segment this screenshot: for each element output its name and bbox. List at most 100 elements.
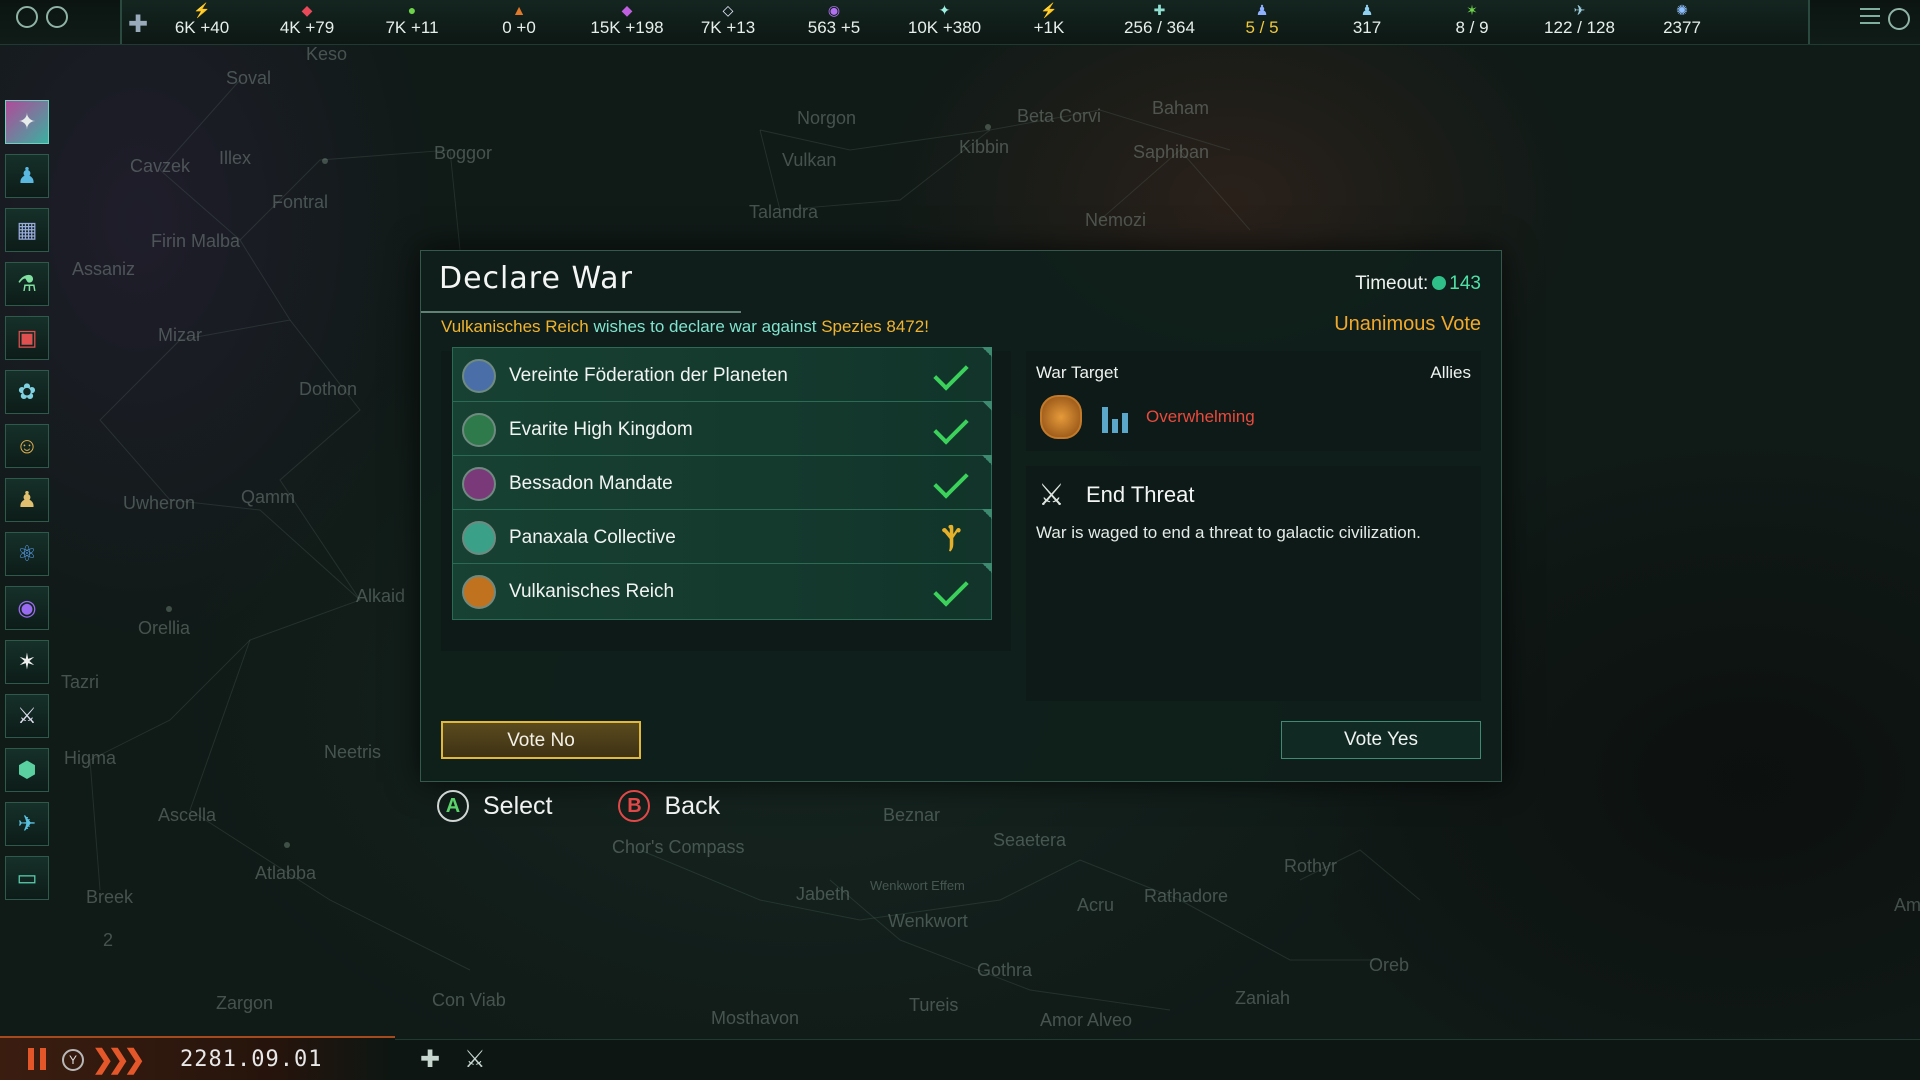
back-hint-label: Back <box>664 791 721 820</box>
leaders-button[interactable]: ♟ <box>5 478 49 522</box>
outliner-swords-icon[interactable]: ⚔ <box>464 1045 486 1074</box>
vote-yes-check-icon <box>933 463 969 499</box>
bottom-icons: ✚ ⚔ <box>420 1045 486 1074</box>
messages-button[interactable]: ▭ <box>5 856 49 900</box>
map-label: Jabeth <box>796 884 851 904</box>
dialog-title: Declare War <box>439 261 633 296</box>
dpad-icon: ✚ <box>128 11 149 38</box>
map-label: Ascella <box>158 805 217 825</box>
voter-row[interactable]: Evarite High Kingdom <box>452 401 992 458</box>
declare-war-dialog: Declare War Timeout: 143 Vulkanisches Rei… <box>420 250 1502 782</box>
voter-row[interactable]: Bessadon Mandate <box>452 455 992 512</box>
title-tab: Declare War <box>421 251 741 313</box>
resource-research[interactable]: ✦ 10K +380 <box>897 2 992 42</box>
controller-hints: A Select B Back <box>437 790 720 822</box>
vote-no-button[interactable]: Vote No <box>441 721 641 759</box>
galactic-community-button[interactable]: ◉ <box>5 586 49 630</box>
map-label: Qamm <box>241 487 295 507</box>
map-label: Baham <box>1152 98 1210 118</box>
pause-icon[interactable] <box>28 1048 34 1070</box>
resource-consumer-goods[interactable]: ▲ 0 +0 <box>484 2 554 42</box>
menu-icon[interactable] <box>1860 8 1880 24</box>
fleet-manager-button[interactable]: ✈ <box>5 802 49 846</box>
planets-icon: ▦ <box>16 217 38 242</box>
federation-button[interactable]: ⚛ <box>5 532 49 576</box>
voter-row[interactable]: Vereinte Föderation der Planeten <box>452 347 992 404</box>
contacts-icon[interactable] <box>46 6 68 28</box>
select-hint[interactable]: A Select <box>437 790 552 822</box>
options-icon[interactable] <box>1888 8 1910 30</box>
empire-flag-button[interactable]: ✦ <box>5 100 49 144</box>
resource-sprawl[interactable]: ⚡ +1K <box>1014 2 1084 42</box>
map-label: Vulkan <box>782 150 837 170</box>
resource-minerals[interactable]: ◆ 4K +79 <box>267 2 347 42</box>
map-label: Beta Corvi <box>1017 106 1102 126</box>
map-label: Soval <box>226 68 272 88</box>
planets-button[interactable]: ▦ <box>5 208 49 252</box>
wars-button[interactable]: ⚔ <box>5 694 49 738</box>
map-label: Beznar <box>883 805 941 825</box>
fleet-power-icon: ✺ <box>1676 2 1688 18</box>
resource-systems[interactable]: ✶ 8 / 9 <box>1437 2 1507 42</box>
resource-food[interactable]: ● 7K +11 <box>372 2 452 42</box>
star-dot <box>284 842 290 848</box>
resource-fleet-power[interactable]: ✺ 2377 <box>1647 2 1717 42</box>
map-label: Wenkwort Effem <box>870 878 965 893</box>
research-icon: ✦ <box>938 2 951 18</box>
systems-icon: ✶ <box>1466 2 1478 18</box>
back-hint[interactable]: B Back <box>618 790 720 822</box>
galaxy-icon: ◉ <box>17 595 37 620</box>
voter-row[interactable]: Panaxala Collective Ⲯ <box>452 509 992 566</box>
map-label: Zaniah <box>1235 988 1291 1008</box>
resource-empire-size[interactable]: ✚ 256 / 364 <box>1112 2 1207 42</box>
map-label: Kibbin <box>959 137 1010 157</box>
crossed-swords-icon: ⚔ <box>1038 479 1065 512</box>
map-label: Acru <box>1077 895 1115 915</box>
ship-designer-button[interactable]: ▣ <box>5 316 49 360</box>
traditions-icon: ✿ <box>17 379 37 404</box>
resolution-description: Vulkanisches Reich wishes to declare war… <box>441 317 929 337</box>
target-emblem-icon[interactable] <box>1040 395 1082 439</box>
resource-naval-capacity[interactable]: ✈ 122 / 128 <box>1532 2 1627 42</box>
map-label: Amor Alveo <box>1040 1010 1133 1030</box>
research-button[interactable]: ⚗ <box>5 262 49 306</box>
research-flasks-icon: ⚗ <box>17 271 37 296</box>
government-button[interactable]: ♟ <box>5 154 49 198</box>
game-speed-icon[interactable]: ❯❯❯ <box>92 1044 145 1075</box>
voter-row[interactable]: Vulkanisches Reich <box>452 563 992 620</box>
subtitle-text: wishes to declare war against <box>588 317 822 336</box>
dpad-icon: ✚ <box>420 1046 441 1073</box>
resource-population[interactable]: ♟ 317 <box>1332 2 1402 42</box>
consumer-goods-icon: ▲ <box>512 2 526 18</box>
map-label: Illex <box>219 148 252 168</box>
select-hint-label: Select <box>483 791 553 820</box>
map-label: Am <box>1894 895 1920 915</box>
map-label: Higma <box>64 748 117 768</box>
traditions-button[interactable]: ✿ <box>5 370 49 414</box>
vote-yes-button[interactable]: Vote Yes <box>1281 721 1481 759</box>
resource-energy[interactable]: ⚡ 6K +40 <box>162 2 242 42</box>
war-target-panel: War Target Allies Overwhelming <box>1026 351 1481 451</box>
chat-icon: ▭ <box>16 865 38 890</box>
resource-alloys[interactable]: ◆ 15K +198 <box>582 2 672 42</box>
situation-log-icon[interactable] <box>16 6 38 28</box>
empire-emblem-icon <box>462 521 496 555</box>
map-label: Orellia <box>138 618 191 638</box>
empire-emblem-icon <box>462 413 496 447</box>
species-button[interactable]: ☺ <box>5 424 49 468</box>
map-label: Rothyr <box>1284 856 1338 876</box>
minerals-icon: ◆ <box>301 2 313 18</box>
map-label: Mizar <box>158 325 202 345</box>
species-icon: ☺ <box>15 433 39 458</box>
resource-influence[interactable]: ◇ 7K +13 <box>688 2 768 42</box>
expansion-button[interactable]: ⬢ <box>5 748 49 792</box>
resource-envoys[interactable]: ♟ 5 / 5 <box>1227 2 1297 42</box>
a-button-icon: A <box>437 790 469 822</box>
resource-unity[interactable]: ◉ 563 +5 <box>794 2 874 42</box>
casus-belli-panel: ⚔ End Threat War is waged to end a threa… <box>1026 466 1481 701</box>
population-icon: ♟ <box>1360 2 1374 18</box>
achievements-button[interactable]: ✶ <box>5 640 49 684</box>
casus-belli-title: End Threat <box>1086 482 1195 507</box>
map-label: Fontral <box>272 192 329 212</box>
map-label: Uwheron <box>123 493 196 513</box>
